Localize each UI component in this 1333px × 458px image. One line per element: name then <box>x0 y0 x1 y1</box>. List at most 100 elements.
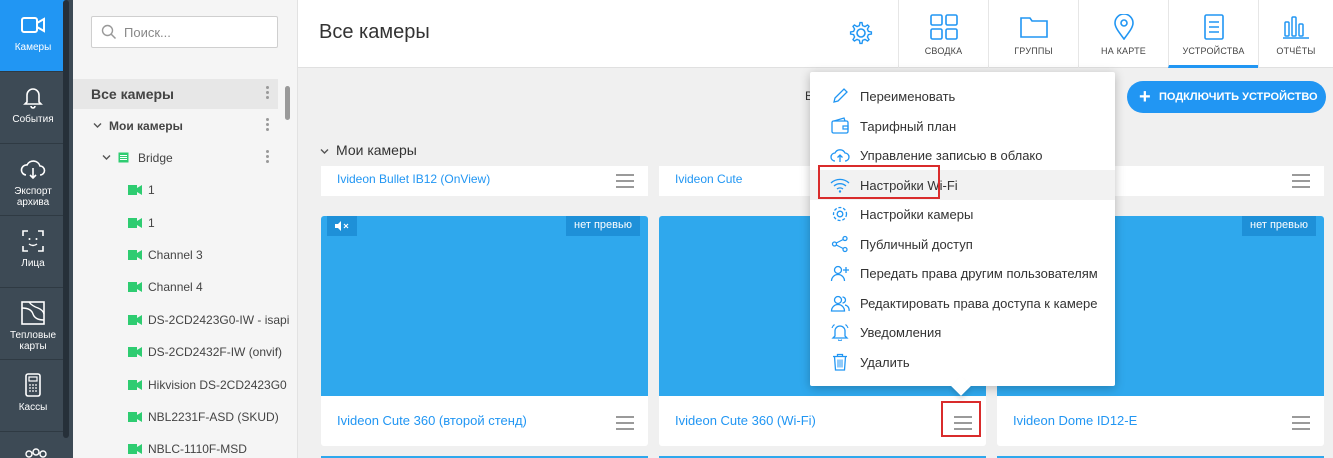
tree-camera-item[interactable]: DS-2CD2432F-IW (onvif) <box>73 337 282 367</box>
menu-item-edit-access[interactable]: Редактировать права доступа к камере <box>810 288 1115 318</box>
menu-item-rename[interactable]: Переименовать <box>810 81 1115 111</box>
tree-camera-item[interactable]: NBL2231F-ASD (SKUD) <box>73 402 279 432</box>
nav-label: НА КАРТЕ <box>1101 46 1146 56</box>
grid-icon <box>929 14 958 40</box>
menu-item-camera-settings[interactable]: Настройки камеры <box>810 199 1115 229</box>
rail-label: События <box>12 114 54 125</box>
camera-name[interactable]: Ivideon Cute 360 (второй стенд) <box>337 413 527 428</box>
hamburger-icon[interactable] <box>1292 174 1310 188</box>
tree-scrollbar[interactable] <box>285 86 290 120</box>
nav-label: ОТЧЁТЫ <box>1276 46 1316 56</box>
devices-icon <box>1203 14 1224 40</box>
more-dots-icon[interactable] <box>266 86 270 102</box>
tree-item-bridge[interactable]: Bridge <box>73 143 278 173</box>
group-title: Мои камеры <box>336 142 417 158</box>
camera-card-partial[interactable]: Ivideon Bullet IB12 (OnView) <box>321 166 648 196</box>
search-box[interactable] <box>91 16 278 48</box>
camera-icon <box>21 17 45 33</box>
menu-item-public-access[interactable]: Публичный доступ <box>810 229 1115 259</box>
camera-icon <box>128 412 142 422</box>
tree-item-all-cameras[interactable]: Все камеры <box>73 79 278 109</box>
menu-label: Управление записью в облако <box>860 148 1043 163</box>
tree-label: NBL2231F-ASD (SKUD) <box>148 410 279 424</box>
mute-icon[interactable] <box>327 216 357 236</box>
gear-icon <box>832 206 848 222</box>
nav-devices[interactable]: УСТРОЙСТВА <box>1168 0 1258 68</box>
tree-camera-item[interactable]: Channel 3 <box>73 240 278 270</box>
rail-item-cameras[interactable]: Камеры <box>0 0 66 72</box>
nav-label: УСТРОЙСТВА <box>1182 46 1245 56</box>
top-header: Все камеры СВОДКА ГРУППЫ НА КАРТЕ УСТРОЙ… <box>298 0 1333 68</box>
rail-item-faces[interactable]: Лица <box>0 216 66 288</box>
camera-icon <box>128 347 142 357</box>
camera-name[interactable]: Ivideon Dome ID12-E <box>1013 413 1137 428</box>
plus-icon: + <box>1139 86 1151 108</box>
camera-tree-panel: Все камеры Мои камеры Bridge 1 1 <box>73 0 298 458</box>
rail-label: Экспорт архива <box>14 186 52 208</box>
tree-camera-item[interactable]: Channel 4 <box>73 272 278 302</box>
camera-icon <box>128 282 142 292</box>
cloud-download-icon <box>20 160 46 180</box>
chevron-down-icon[interactable] <box>93 121 102 130</box>
camera-context-menu: Переименовать Тарифный план Управление з… <box>810 72 1115 396</box>
nav-map[interactable]: НА КАРТЕ <box>1078 0 1168 68</box>
gear-icon[interactable] <box>848 20 874 46</box>
menu-label: Передать права другим пользователям <box>860 266 1098 281</box>
tree-label: Channel 3 <box>148 248 203 262</box>
nav-label: СВОДКА <box>924 46 963 56</box>
chevron-down-icon[interactable] <box>102 153 111 162</box>
menu-label: Настройки камеры <box>860 207 974 222</box>
search-input[interactable] <box>124 23 272 41</box>
camera-name[interactable]: Ivideon Cute 360 (Wi-Fi) <box>675 413 816 428</box>
camera-icon <box>128 444 142 454</box>
cash-register-icon <box>25 373 41 397</box>
tree-camera-item[interactable]: 1 <box>73 175 278 205</box>
wallet-icon <box>831 117 849 134</box>
tree-item-my-cameras[interactable]: Мои камеры <box>73 111 278 141</box>
folder-icon <box>1019 17 1048 38</box>
camera-icon <box>128 185 142 195</box>
bridge-icon <box>118 152 129 163</box>
menu-item-transfer-rights[interactable]: Передать права другим пользователям <box>810 258 1115 288</box>
camera-card[interactable]: нет превью Ivideon Cute 360 (второй стен… <box>321 216 648 446</box>
nav-groups[interactable]: ГРУППЫ <box>988 0 1078 68</box>
cloud-upload-icon <box>830 149 850 162</box>
menu-item-delete[interactable]: Удалить <box>810 347 1115 377</box>
camera-preview[interactable] <box>321 216 648 396</box>
tree-camera-item[interactable]: DS-2CD2423G0-IW - isapi <box>73 305 289 335</box>
rail-label: Лица <box>21 258 45 269</box>
hamburger-icon[interactable] <box>1292 416 1310 430</box>
tree-label: Bridge <box>138 151 173 165</box>
menu-label: Переименовать <box>860 89 956 104</box>
more-icon[interactable] <box>22 446 50 458</box>
menu-item-notifications[interactable]: Уведомления <box>810 317 1115 347</box>
hamburger-icon[interactable] <box>616 416 634 430</box>
tree-camera-item[interactable]: NBLC-1110F-MSD <box>73 434 278 458</box>
nav-reports[interactable]: ОТЧЁТЫ <box>1258 0 1333 68</box>
rail-item-registers[interactable]: Кассы <box>0 360 66 432</box>
more-dots-icon[interactable] <box>266 150 270 166</box>
tree-label: NBLC-1110F-MSD <box>148 442 247 456</box>
more-dots-icon[interactable] <box>266 118 270 134</box>
rail-item-export[interactable]: Экспорт архива <box>0 144 66 216</box>
tree-label: DS-2CD2423G0-IW - isapi <box>148 313 290 327</box>
tree-label: Все камеры <box>91 86 175 102</box>
nav-summary[interactable]: СВОДКА <box>898 0 988 68</box>
camera-name[interactable]: Ivideon Cute <box>675 172 742 186</box>
tree-camera-item[interactable]: Hikvision DS-2CD2423G0 <box>73 370 287 400</box>
highlight-box <box>818 165 940 199</box>
camera-icon <box>128 218 142 228</box>
users-icon <box>830 295 850 312</box>
menu-item-tariff[interactable]: Тарифный план <box>810 111 1115 141</box>
tree-camera-item[interactable]: 1 <box>73 208 278 238</box>
rail-item-events[interactable]: События <box>0 72 66 144</box>
rail-item-heatmaps[interactable]: Тепловые карты <box>0 288 66 360</box>
heatmap-icon <box>21 301 45 325</box>
rail-scrollbar[interactable] <box>63 0 69 438</box>
hamburger-icon[interactable] <box>616 174 634 188</box>
rail-label: Кассы <box>18 402 48 413</box>
menu-label: Редактировать права доступа к камере <box>860 296 1098 311</box>
camera-name[interactable]: Ivideon Bullet IB12 (OnView) <box>337 172 490 186</box>
chevron-down-icon[interactable] <box>320 147 329 156</box>
connect-device-button[interactable]: + ПОДКЛЮЧИТЬ УСТРОЙСТВО <box>1127 81 1326 113</box>
